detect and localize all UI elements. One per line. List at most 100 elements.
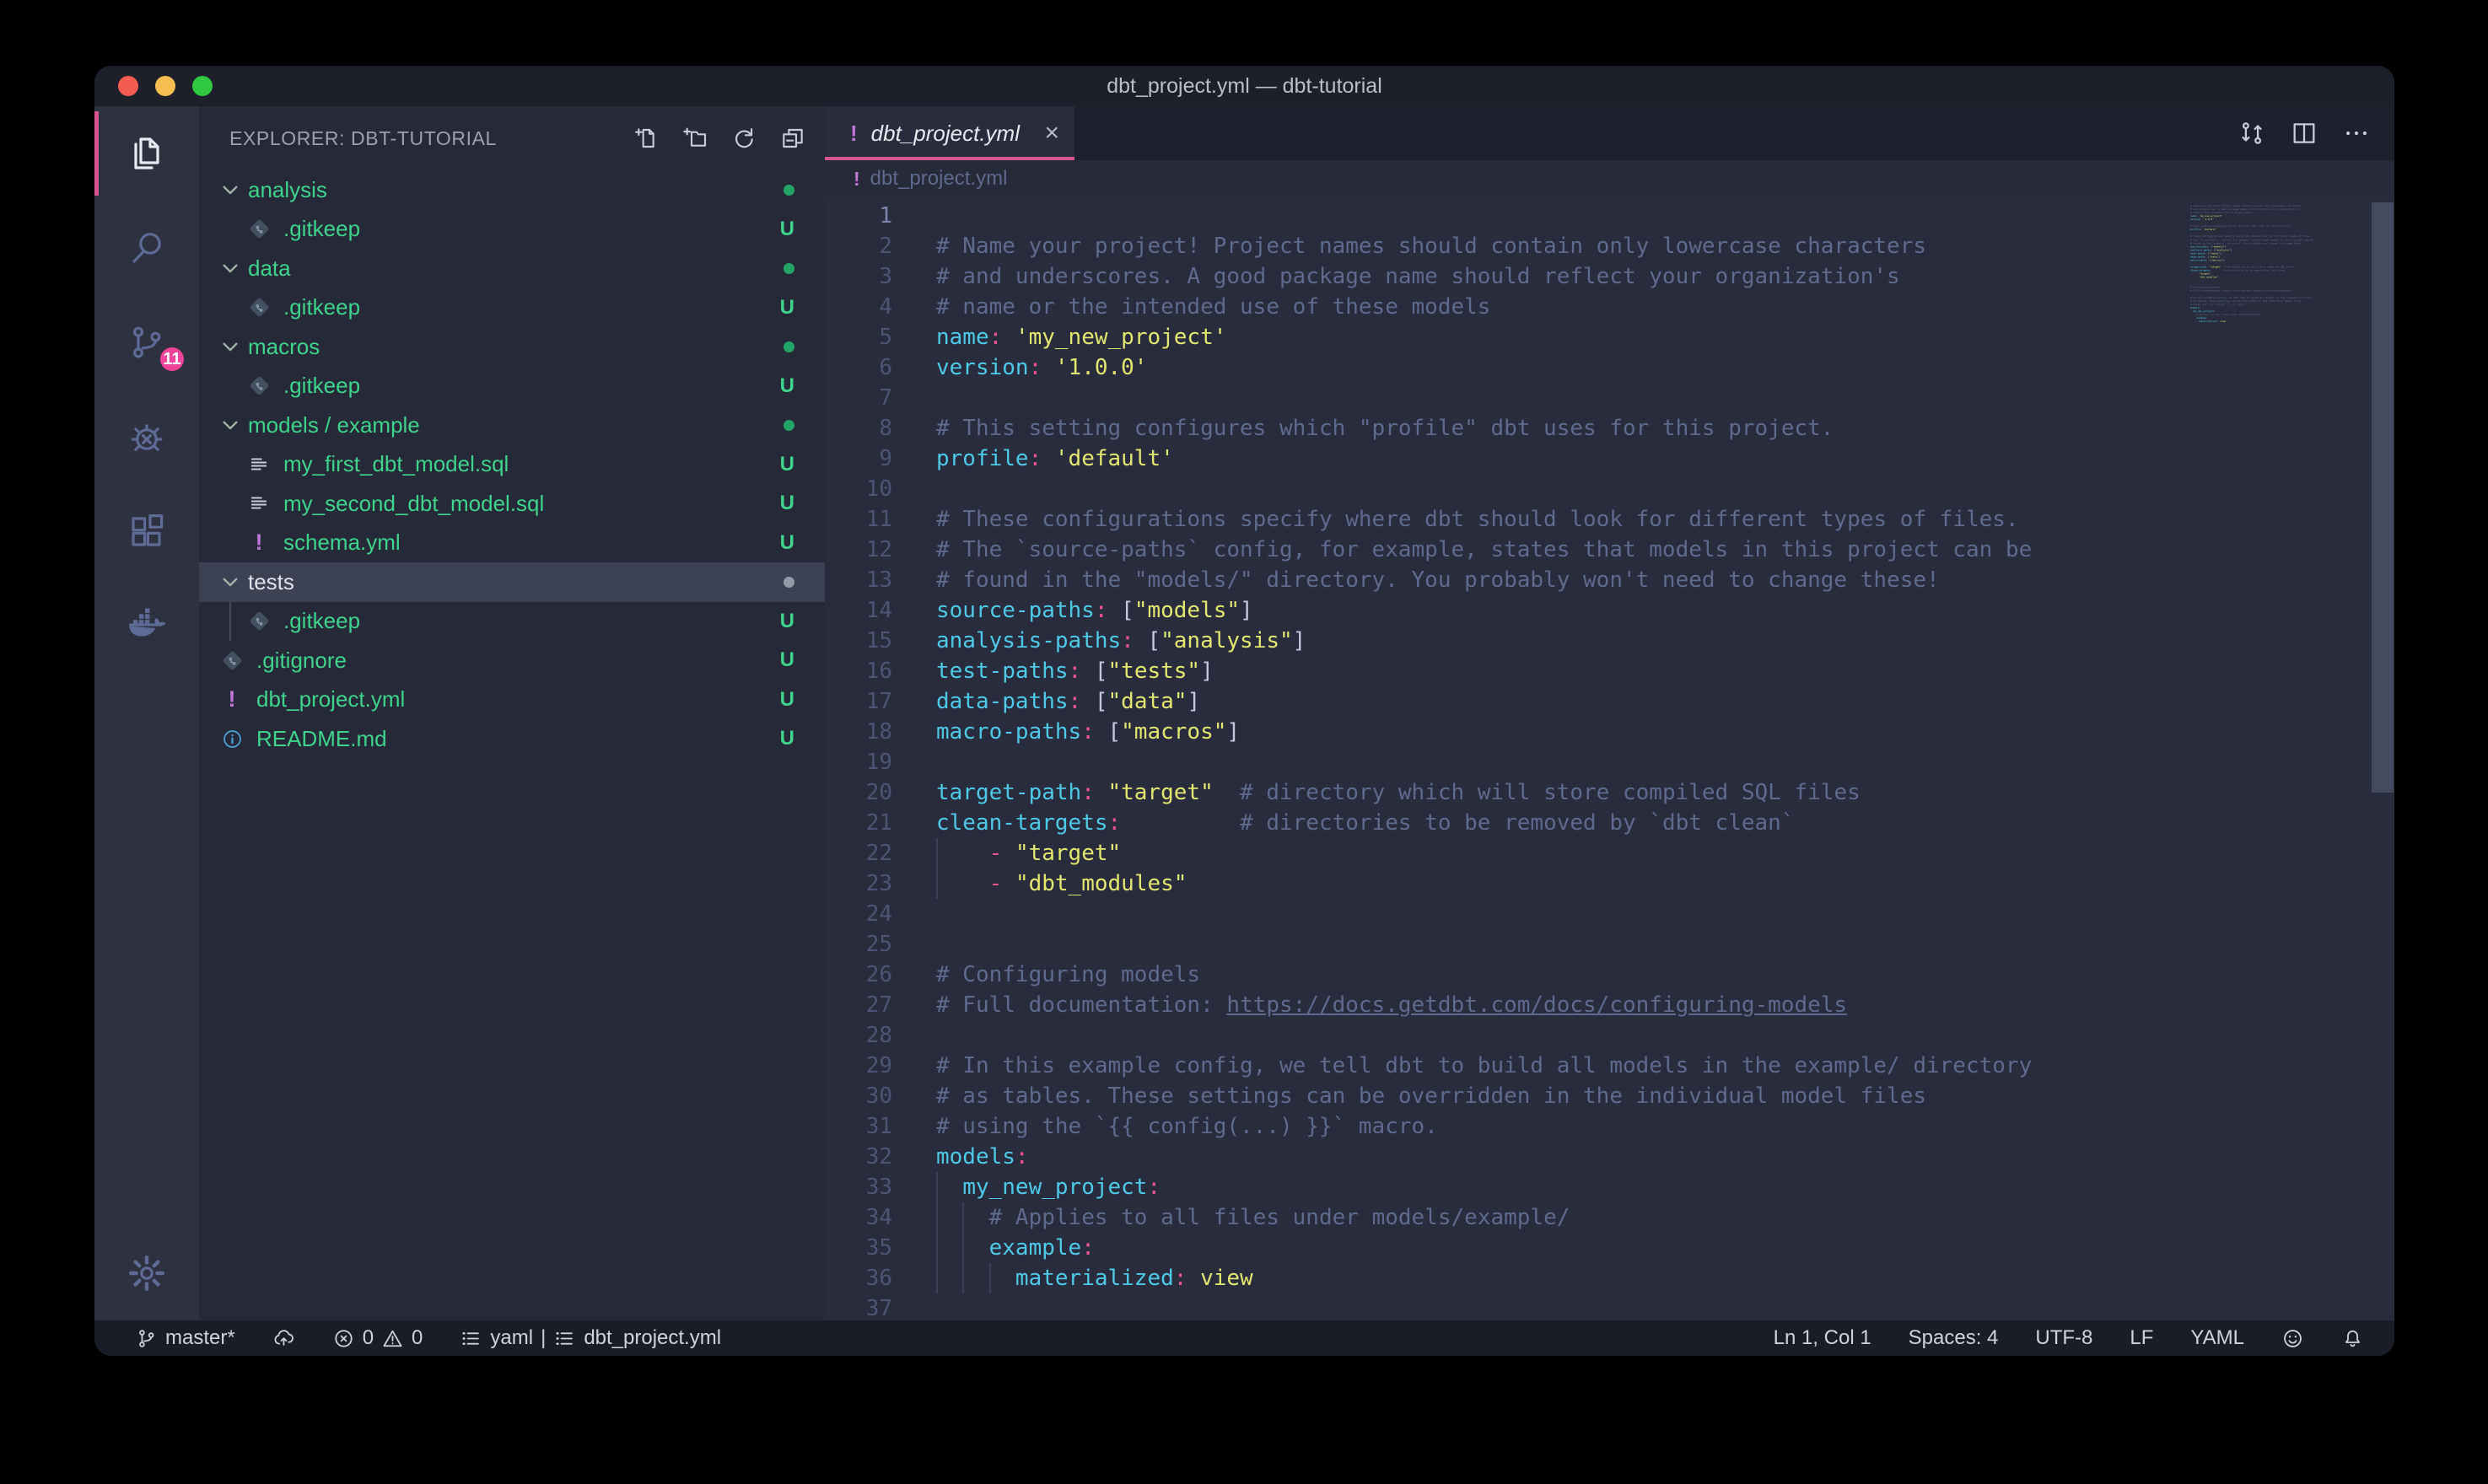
zoom-window-button[interactable]: [192, 76, 213, 96]
tree-item-gitkeep[interactable]: .gitkeepU: [199, 288, 825, 328]
status-encoding[interactable]: UTF-8: [2035, 1326, 2092, 1350]
code-line-15: 15 analysis-paths: ["analysis"]: [825, 626, 2394, 656]
tree-item-label: dbt_project.yml: [256, 686, 780, 712]
activity-item-explorer[interactable]: [94, 106, 199, 201]
new-folder-button[interactable]: [681, 125, 708, 152]
status-git-branch[interactable]: master*: [135, 1326, 235, 1350]
code-line-8: 8 # This setting configures which "profi…: [825, 413, 2394, 444]
status-yaml-schema[interactable]: yaml|dbt_project.yml: [460, 1326, 721, 1350]
more-actions-button[interactable]: [2342, 119, 2371, 148]
tree-item-models-example[interactable]: models / example: [199, 406, 825, 445]
explorer-sidebar: EXPLORER: DBT-TUTORIAL analysis .gitkeep…: [199, 106, 825, 1320]
tree-item-dbt-project-yml[interactable]: !dbt_project.ymlU: [199, 680, 825, 720]
code-editor[interactable]: 1 2 # Name your project! Project names s…: [825, 197, 2394, 1320]
line-number: 8: [825, 413, 892, 444]
warning-icon: [381, 1327, 404, 1350]
line-number: 1: [825, 201, 892, 231]
refresh-button[interactable]: [730, 125, 757, 152]
line-number: 3: [825, 261, 892, 292]
line-number: 30: [825, 1081, 892, 1111]
line-number: 4: [825, 292, 892, 322]
tree-item-my-second-dbt-model-sql[interactable]: my_second_dbt_model.sqlU: [199, 484, 825, 524]
yaml-warning-icon: !: [229, 688, 236, 711]
tree-item-label: .gitkeep: [283, 294, 780, 320]
search-icon: [127, 228, 167, 268]
line-number: 6: [825, 352, 892, 383]
line-number: 9: [825, 444, 892, 474]
git-status-untracked: U: [780, 374, 794, 398]
status-eol[interactable]: LF: [2130, 1326, 2153, 1350]
status-cursor-position[interactable]: Ln 1, Col 1: [1774, 1326, 1871, 1350]
activity-item-extensions[interactable]: [94, 484, 199, 578]
tree-item-data[interactable]: data: [199, 249, 825, 288]
line-number: 14: [825, 595, 892, 626]
explorer-actions: [633, 125, 806, 152]
tree-item-gitkeep[interactable]: .gitkeepU: [199, 602, 825, 642]
chevron-down-icon: [219, 179, 241, 201]
tree-item-label: my_first_dbt_model.sql: [283, 451, 780, 477]
activity-item-source-control[interactable]: 11: [94, 295, 199, 390]
activity-item-search[interactable]: [94, 201, 199, 295]
yaml-warning-icon: !: [854, 169, 860, 189]
tree-item-analysis[interactable]: analysis: [199, 170, 825, 210]
scrollbar-thumb[interactable]: [2372, 202, 2394, 793]
breadcrumb-item: dbt_project.yml: [870, 167, 1008, 191]
tree-item-gitkeep[interactable]: .gitkeepU: [199, 367, 825, 406]
tree-item-schema-yml[interactable]: !schema.ymlU: [199, 524, 825, 563]
tree-item-label: models / example: [248, 412, 784, 438]
line-number: 34: [825, 1202, 892, 1233]
new-file-button[interactable]: [633, 125, 660, 152]
open-changes-button[interactable]: [2238, 119, 2266, 148]
tree-item-gitkeep[interactable]: .gitkeepU: [199, 210, 825, 250]
tree-item-gitignore[interactable]: .gitignoreU: [199, 641, 825, 680]
tree-item-tests[interactable]: tests: [199, 562, 825, 602]
status-sync-changes[interactable]: [272, 1327, 295, 1350]
status-notifications[interactable]: [2341, 1327, 2364, 1350]
vscode-window: dbt_project.yml — dbt-tutorial 11 EXPLOR…: [94, 66, 2394, 1356]
folder-change-dot: [784, 263, 794, 274]
tree-item-macros[interactable]: macros: [199, 327, 825, 367]
folder-change-dot: [784, 577, 794, 588]
status-feedback[interactable]: [2281, 1327, 2304, 1350]
close-window-button[interactable]: [118, 76, 138, 96]
chevron-down-icon: [219, 257, 241, 279]
code-line-25: 25: [825, 929, 2394, 960]
status-indentation[interactable]: Spaces: 4: [1909, 1326, 1999, 1350]
line-number: 32: [825, 1142, 892, 1172]
traffic-lights: [118, 66, 213, 106]
close-tab-icon[interactable]: ×: [1044, 121, 1059, 146]
activity-item-debug[interactable]: [94, 390, 199, 484]
line-number: 23: [825, 868, 892, 899]
code-line-26: 26 # Configuring models: [825, 960, 2394, 990]
line-number: 21: [825, 808, 892, 838]
line-number: 16: [825, 656, 892, 686]
status-problems[interactable]: 00: [332, 1326, 423, 1350]
activity-item-docker[interactable]: [94, 578, 199, 673]
chevron-down-icon: [219, 571, 241, 593]
code-line-10: 10: [825, 474, 2394, 504]
code-line-36: 36 materialized: view: [825, 1263, 2394, 1293]
collapse-all-button[interactable]: [779, 125, 806, 152]
tree-item-readme-md[interactable]: README.mdU: [199, 719, 825, 759]
docs-link[interactable]: https://docs.getdbt.com/docs/configuring…: [1226, 992, 1847, 1018]
code-line-12: 12 # The `source-paths` config, for exam…: [825, 535, 2394, 565]
git-file-icon: [249, 611, 269, 632]
code-line-33: 33 my_new_project:: [825, 1172, 2394, 1202]
activity-item-settings[interactable]: [94, 1226, 199, 1320]
editor-group: ! dbt_project.yml × ! dbt_project.yml 1 …: [825, 106, 2394, 1320]
tab-dbt-project-yml[interactable]: ! dbt_project.yml ×: [825, 106, 1074, 160]
code-line-17: 17 data-paths: ["data"]: [825, 686, 2394, 717]
minimize-window-button[interactable]: [155, 76, 175, 96]
tree-item-label: .gitkeep: [283, 373, 780, 399]
code-line-2: 2 # Name your project! Project names sho…: [825, 231, 2394, 261]
code-lines: 1 2 # Name your project! Project names s…: [825, 201, 2394, 1320]
split-editor-button[interactable]: [2290, 119, 2318, 148]
status-language-mode[interactable]: YAML: [2190, 1326, 2244, 1350]
minimap[interactable]: # Name your project! Project names shoul…: [2190, 201, 2356, 1320]
feedback-icon: [2281, 1327, 2304, 1350]
tree-item-label: analysis: [248, 177, 784, 203]
status-right: Ln 1, Col 1 Spaces: 4 UTF-8 LF YAML: [1774, 1326, 2364, 1350]
tree-item-my-first-dbt-model-sql[interactable]: my_first_dbt_model.sqlU: [199, 445, 825, 485]
code-line-9: 9 profile: 'default': [825, 444, 2394, 474]
breadcrumb[interactable]: ! dbt_project.yml: [825, 160, 2394, 197]
